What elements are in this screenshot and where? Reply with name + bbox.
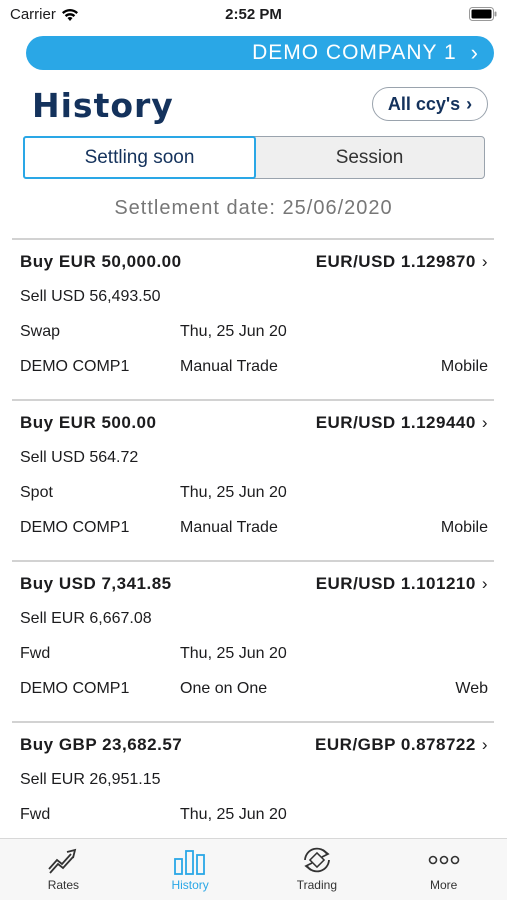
settlement-date: Settlement date: 25/06/2020 bbox=[114, 197, 393, 219]
trade-row[interactable]: Buy EUR 500.00 EUR/USD 1.129440 › Sell US… bbox=[12, 399, 494, 560]
tab-settling-soon[interactable]: Settling soon bbox=[23, 136, 256, 179]
battery-icon bbox=[469, 7, 497, 21]
trade-type: Spot bbox=[20, 484, 53, 501]
company-name: DEMO COMPANY 1 bbox=[252, 41, 457, 64]
trade-sell: Sell USD 56,493.50 bbox=[20, 288, 161, 305]
trade-sell: Sell USD 564.72 bbox=[20, 449, 139, 466]
trade-type: Fwd bbox=[20, 645, 51, 662]
trade-sell: Sell EUR 6,667.08 bbox=[20, 610, 152, 627]
trade-date: Thu, 25 Jun 20 bbox=[180, 323, 287, 340]
tab-history-label: History bbox=[171, 878, 209, 892]
trade-channel: Mobile bbox=[440, 519, 488, 536]
tab-trading-label: Trading bbox=[296, 878, 337, 892]
trade-buy: Buy EUR 50,000.00 bbox=[20, 252, 182, 271]
trade-sell: Sell EUR 26,951.15 bbox=[20, 771, 161, 788]
currency-filter-button[interactable]: All ccy's › bbox=[372, 87, 488, 121]
trade-date: Thu, 25 Jun 20 bbox=[180, 645, 287, 662]
tab-more-label: More bbox=[429, 878, 458, 892]
trade-company: DEMO COMP1 bbox=[20, 519, 130, 536]
trade-method: One on One bbox=[180, 680, 268, 697]
tab-session[interactable]: Session bbox=[255, 137, 484, 178]
trade-buy: Buy EUR 500.00 bbox=[20, 413, 157, 432]
tab-rates-label: Rates bbox=[47, 878, 80, 892]
trade-pair-rate-group: EUR/USD 1.129440 › bbox=[316, 413, 488, 433]
chevron-right-icon: › bbox=[481, 413, 488, 432]
tab-rates[interactable]: Rates bbox=[0, 839, 127, 900]
trade-date: Thu, 25 Jun 20 bbox=[180, 484, 287, 501]
trade-company: DEMO COMP1 bbox=[20, 358, 130, 375]
trade-method: Manual Trade bbox=[180, 519, 278, 536]
more-dots-icon bbox=[428, 855, 459, 865]
trade-pair-rate-group: EUR/USD 1.129870 › bbox=[316, 252, 488, 272]
trade-date: Thu, 25 Jun 20 bbox=[180, 806, 287, 823]
trade-pair-rate: EUR/USD 1.101210 bbox=[315, 574, 476, 593]
status-bar: Carrier 2:52 PM bbox=[0, 0, 507, 30]
chevron-right-icon: › bbox=[481, 252, 488, 271]
currency-filter-label: All ccy's bbox=[387, 93, 461, 114]
chevron-right-icon: › bbox=[466, 93, 473, 114]
exchange-icon bbox=[303, 847, 330, 873]
chevron-right-icon: › bbox=[481, 735, 488, 754]
tab-trading[interactable]: Trading bbox=[254, 839, 381, 900]
tab-bar: Rates History Trading More bbox=[0, 838, 507, 900]
tab-history[interactable]: History bbox=[127, 839, 254, 900]
chevron-right-icon: › bbox=[481, 574, 488, 593]
trade-row[interactable]: Buy EUR 50,000.00 EUR/USD 1.129870 › Sell… bbox=[12, 238, 494, 399]
trade-type: Fwd bbox=[20, 806, 51, 823]
trade-buy: Buy USD 7,341.85 bbox=[20, 574, 172, 593]
bar-chart-icon bbox=[174, 850, 206, 875]
trade-channel: Mobile bbox=[440, 358, 488, 375]
page-title: History bbox=[32, 86, 174, 125]
trade-pair-rate: EUR/GBP 0.878722 bbox=[315, 735, 476, 754]
trade-channel: Web bbox=[455, 680, 488, 697]
trade-pair-rate: EUR/USD 1.129870 bbox=[315, 252, 476, 271]
clock: 2:52 PM bbox=[225, 6, 282, 23]
trade-company: DEMO COMP1 bbox=[20, 680, 130, 697]
trend-up-icon bbox=[48, 848, 77, 874]
trade-buy: Buy GBP 23,682.57 bbox=[20, 735, 183, 754]
trade-list: Buy EUR 50,000.00 EUR/USD 1.129870 › Sell… bbox=[12, 238, 494, 882]
trade-row[interactable]: Buy USD 7,341.85 EUR/USD 1.101210 › Sell … bbox=[12, 560, 494, 721]
trade-pair-rate: EUR/USD 1.129440 bbox=[315, 413, 476, 432]
trade-type: Swap bbox=[20, 323, 61, 340]
company-selector[interactable]: DEMO COMPANY 1 › bbox=[26, 36, 494, 70]
history-segmented-control: Settling soon Session bbox=[23, 136, 485, 179]
trade-pair-rate-group: EUR/USD 1.101210 › bbox=[316, 574, 488, 594]
chevron-right-icon: › bbox=[470, 40, 478, 65]
trade-pair-rate-group: EUR/GBP 0.878722 › bbox=[315, 735, 488, 755]
trade-method: Manual Trade bbox=[180, 358, 278, 375]
tab-more[interactable]: More bbox=[380, 839, 507, 900]
